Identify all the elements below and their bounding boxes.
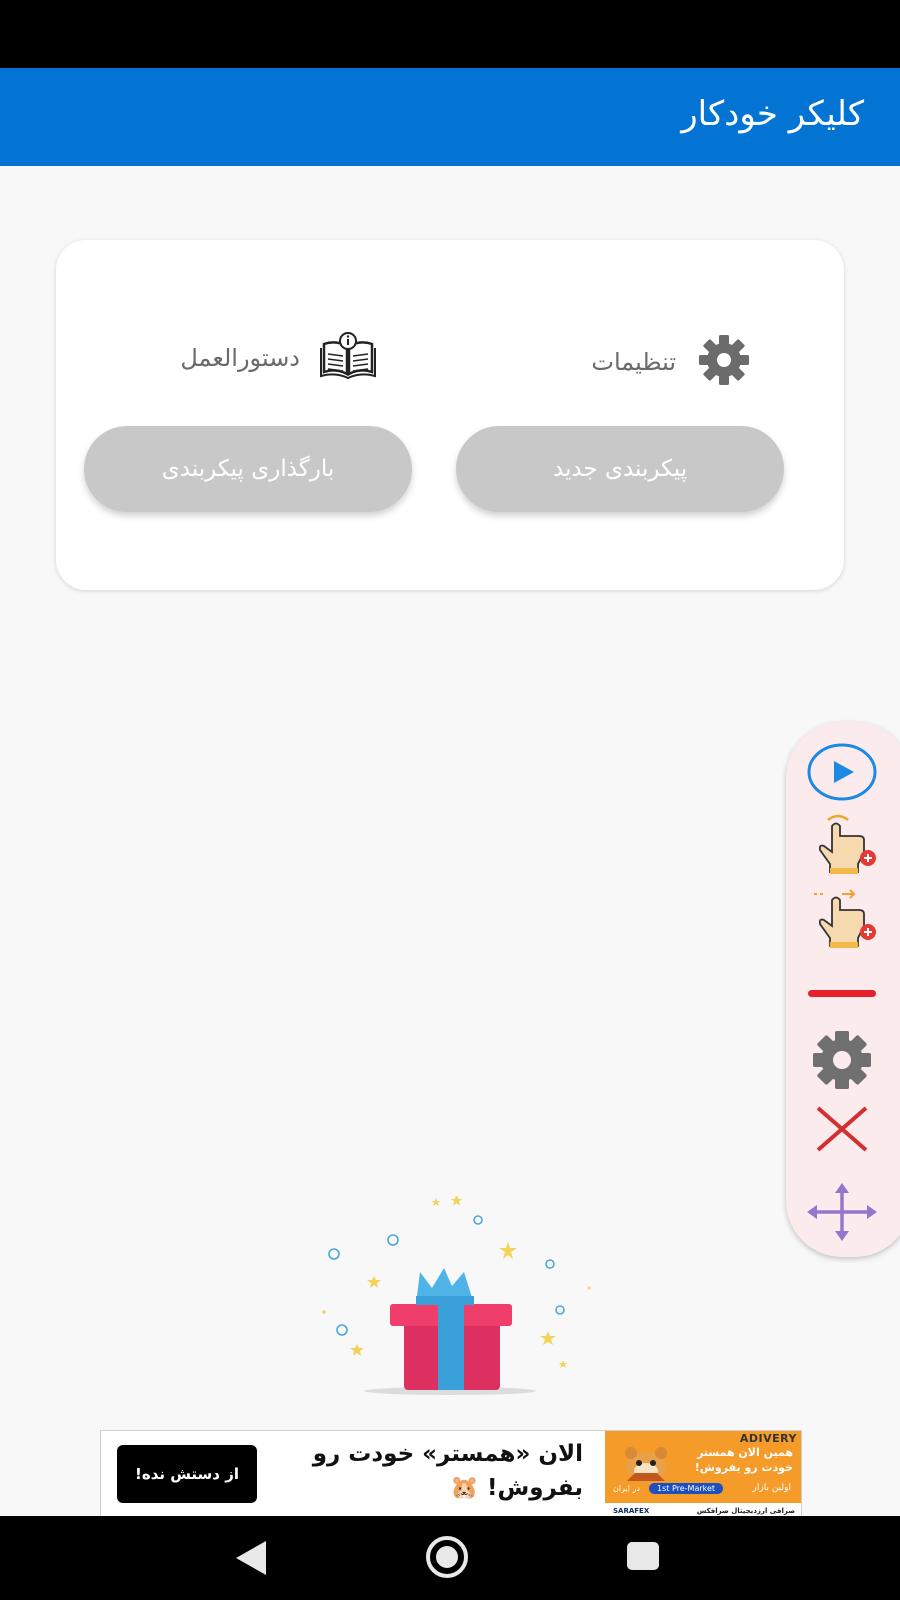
close-icon[interactable] [806,1104,878,1158]
new-config-button[interactable]: پیکربندی جدید [456,426,784,512]
main-card: تنظیمات دستورالعمل پیکربندی جدید بارگذار… [56,240,844,590]
ad-image-brand-text: صرافی ارزدیجیتال صرافکس [696,1507,795,1515]
gift-icon[interactable] [312,1194,602,1401]
gear-icon[interactable] [806,1030,878,1094]
navigation-bar [0,1516,900,1600]
ad-image-in-iran: در ایران [613,1484,640,1493]
ad-network-label: ADIVERY [739,1432,797,1445]
settings-action[interactable]: تنظیمات [591,332,752,392]
ad-banner[interactable]: از دستش نده! الان «همستر» خودت رو بفروش!… [100,1430,802,1518]
ad-image-headline: همین الان همستر خودت رو بفروش! [694,1446,793,1474]
manual-label: دستورالعمل [180,344,300,372]
recents-icon[interactable] [626,1541,660,1575]
app-bar: کلیکر خودکار [0,68,900,166]
hamster-icon [625,1447,667,1482]
ad-image[interactable]: ADIVERY همین الان همستر خودت رو بفروش! ا… [605,1431,801,1517]
settings-label: تنظیمات [591,348,676,376]
play-icon[interactable] [806,742,878,806]
back-icon[interactable] [232,1538,270,1582]
ad-image-first-market: اولین بازار [752,1483,791,1493]
move-icon[interactable] [806,1182,878,1246]
load-config-button[interactable]: بارگذاری پیکربندی [84,426,412,512]
ad-text[interactable]: الان «همستر» خودت رو بفروش! 🐹 [277,1437,583,1505]
add-tap-icon[interactable] [806,814,878,880]
ad-image-badge: 1st Pre-Market [649,1483,724,1494]
home-icon[interactable] [424,1534,470,1584]
app-title: کلیکر خودکار [681,94,864,134]
status-bar [0,0,900,68]
floating-control-panel [786,722,900,1257]
ad-image-brand-logo: SARAFEX [613,1507,650,1515]
gear-icon [696,332,752,392]
add-swipe-icon[interactable] [806,888,878,954]
manual-action[interactable]: دستورالعمل [180,332,376,384]
ad-image-footer: SARAFEX صرافی ارزدیجیتال صرافکس [605,1503,801,1517]
book-info-icon [320,332,376,384]
ad-cta-button[interactable]: از دستش نده! [117,1445,257,1503]
stop-icon[interactable] [806,984,878,1003]
ad-text-line1: الان «همستر» خودت رو [312,1441,583,1467]
ad-text-line2: بفروش! 🐹 [450,1475,583,1501]
